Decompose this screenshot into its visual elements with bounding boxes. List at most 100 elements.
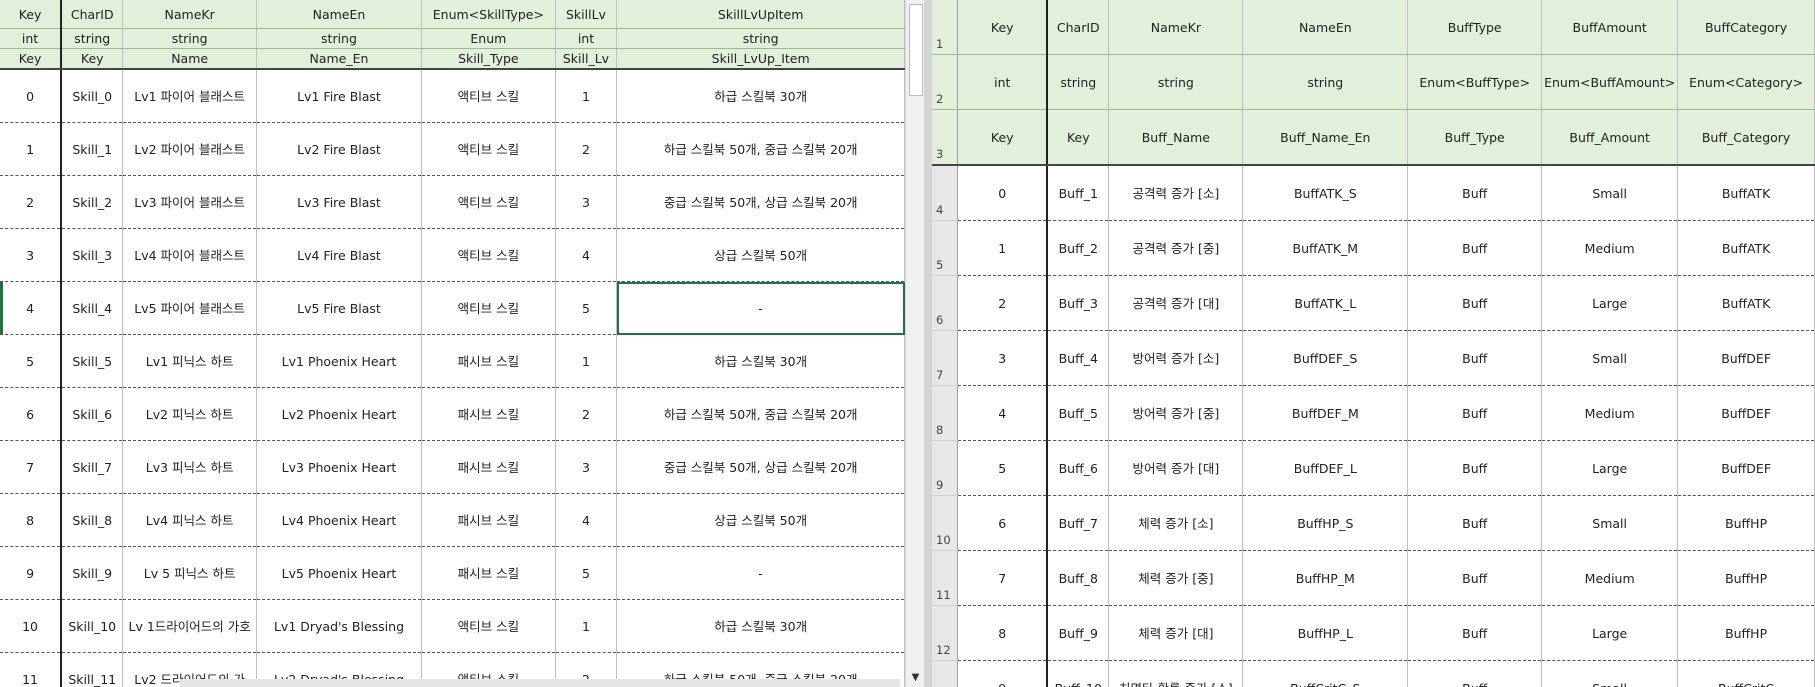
header-cell[interactable]: string bbox=[61, 28, 124, 49]
table-cell[interactable]: Skill_1 bbox=[61, 122, 124, 176]
row-number[interactable]: 6 bbox=[932, 275, 959, 331]
row-number[interactable]: 7 bbox=[932, 330, 959, 386]
header-cell[interactable]: Key bbox=[0, 48, 63, 70]
table-cell[interactable]: Large bbox=[1541, 275, 1679, 331]
header-cell[interactable]: Name_En bbox=[256, 48, 423, 70]
header-cell[interactable]: BuffAmount bbox=[1541, 0, 1679, 55]
header-cell[interactable]: string bbox=[1047, 54, 1110, 110]
table-cell[interactable]: Buff_1 bbox=[1047, 165, 1110, 221]
header-cell[interactable]: Enum<BuffType> bbox=[1407, 54, 1543, 110]
table-cell[interactable]: Lv 1드라이어드의 가호 bbox=[122, 599, 257, 653]
table-cell[interactable]: 하급 스킬북 50개, 중급 스킬북 20개 bbox=[616, 387, 905, 441]
table-cell[interactable]: Skill_4 bbox=[61, 281, 124, 335]
header-cell[interactable]: SkillLvUpItem bbox=[616, 0, 905, 29]
row-number[interactable]: 4 bbox=[932, 165, 959, 221]
buff-sheet-pane[interactable]: 1 Key CharID NameKr NameEn BuffType BuffAmount… bbox=[932, 0, 1815, 687]
header-cell[interactable]: Buff_Amount bbox=[1541, 109, 1679, 166]
table-cell[interactable]: 9 bbox=[0, 546, 63, 600]
table-cell[interactable]: 8 bbox=[957, 605, 1049, 661]
table-cell[interactable]: Buff bbox=[1407, 165, 1543, 221]
table-cell[interactable]: 1 bbox=[555, 69, 618, 123]
header-cell[interactable]: CharID bbox=[61, 0, 124, 29]
table-cell[interactable]: BuffHP_M bbox=[1242, 550, 1409, 606]
header-cell[interactable]: string bbox=[256, 28, 423, 49]
table-cell[interactable]: Small bbox=[1541, 330, 1679, 386]
table-cell[interactable]: Buff bbox=[1407, 605, 1543, 661]
table-cell[interactable]: Lv3 Phoenix Heart bbox=[256, 440, 423, 494]
table-cell[interactable]: BuffATK_L bbox=[1242, 275, 1409, 331]
skill-sheet-pane[interactable]: Key CharID NameKr NameEn Enum<SkillType> Skil… bbox=[0, 0, 905, 687]
table-cell[interactable]: BuffDEF bbox=[1677, 440, 1815, 496]
table-cell[interactable]: BuffATK_S bbox=[1242, 165, 1409, 221]
row-number[interactable]: 1 bbox=[932, 0, 959, 55]
header-cell[interactable]: Key bbox=[957, 0, 1049, 55]
table-cell[interactable]: 하급 스킬북 30개 bbox=[616, 599, 905, 653]
table-cell[interactable]: 하급 스킬북 30개 bbox=[616, 334, 905, 388]
table-cell[interactable]: 2 bbox=[0, 175, 63, 229]
table-cell[interactable]: BuffDEF_M bbox=[1242, 385, 1409, 441]
table-cell[interactable]: 4 bbox=[957, 385, 1049, 441]
table-cell[interactable]: Lv4 파이어 블래스트 bbox=[122, 228, 257, 282]
table-cell[interactable]: 11 bbox=[0, 652, 63, 687]
header-cell[interactable]: BuffType bbox=[1407, 0, 1543, 55]
table-cell[interactable]: 1 bbox=[0, 122, 63, 176]
table-cell[interactable]: Skill_7 bbox=[61, 440, 124, 494]
table-cell[interactable]: Skill_10 bbox=[61, 599, 124, 653]
table-cell[interactable]: Medium bbox=[1541, 550, 1679, 606]
table-cell[interactable]: BuffATK bbox=[1677, 220, 1815, 276]
header-cell[interactable]: NameEn bbox=[256, 0, 423, 29]
split-divider[interactable] bbox=[924, 0, 932, 687]
table-cell[interactable]: 공격력 증가 [소] bbox=[1108, 165, 1244, 221]
table-cell[interactable]: Buff_4 bbox=[1047, 330, 1110, 386]
table-cell[interactable]: Small bbox=[1541, 165, 1679, 221]
header-cell[interactable]: Enum<Category> bbox=[1677, 54, 1815, 110]
table-cell[interactable]: Buff_8 bbox=[1047, 550, 1110, 606]
table-cell[interactable]: Buff bbox=[1407, 495, 1543, 551]
table-cell[interactable]: BuffHP bbox=[1677, 495, 1815, 551]
table-cell[interactable]: 패시브 스킬 bbox=[421, 493, 556, 547]
table-cell[interactable]: Medium bbox=[1541, 385, 1679, 441]
table-cell[interactable]: Lv1 Phoenix Heart bbox=[256, 334, 423, 388]
row-number[interactable]: 10 bbox=[932, 495, 959, 551]
table-cell[interactable]: 6 bbox=[957, 495, 1049, 551]
table-cell[interactable]: Buff_10 bbox=[1047, 660, 1110, 687]
row-number[interactable]: 13 bbox=[932, 660, 959, 687]
table-cell[interactable]: Lv1 Dryad's Blessing bbox=[256, 599, 423, 653]
header-cell[interactable]: NameKr bbox=[122, 0, 257, 29]
table-cell[interactable]: Lv1 Fire Blast bbox=[256, 69, 423, 123]
table-cell[interactable]: 6 bbox=[0, 387, 63, 441]
table-cell[interactable]: Skill_3 bbox=[61, 228, 124, 282]
table-cell[interactable]: Skill_6 bbox=[61, 387, 124, 441]
table-cell[interactable]: 5 bbox=[0, 334, 63, 388]
table-cell[interactable]: Buff bbox=[1407, 660, 1543, 687]
table-cell[interactable]: Medium bbox=[1541, 220, 1679, 276]
table-cell[interactable]: - bbox=[616, 546, 905, 600]
table-cell[interactable]: 상급 스킬북 50개 bbox=[616, 228, 905, 282]
table-cell[interactable]: Lv5 Fire Blast bbox=[256, 281, 423, 335]
table-cell[interactable]: 중급 스킬북 50개, 상급 스킬북 20개 bbox=[616, 175, 905, 229]
table-cell[interactable]: 방어력 증가 [대] bbox=[1108, 440, 1244, 496]
table-cell[interactable]: 4 bbox=[555, 228, 618, 282]
table-cell[interactable]: 3 bbox=[555, 175, 618, 229]
header-cell[interactable]: string bbox=[1242, 54, 1409, 110]
scroll-thumb[interactable] bbox=[909, 4, 923, 96]
header-cell[interactable]: BuffCategory bbox=[1677, 0, 1815, 55]
header-cell[interactable]: int bbox=[555, 28, 618, 49]
table-cell[interactable]: 3 bbox=[555, 440, 618, 494]
header-cell[interactable]: Enum<BuffAmount> bbox=[1541, 54, 1679, 110]
table-cell[interactable]: 0 bbox=[0, 69, 63, 123]
table-cell[interactable]: 3 bbox=[0, 228, 63, 282]
header-cell[interactable]: NameEn bbox=[1242, 0, 1409, 55]
table-cell[interactable]: 액티브 스킬 bbox=[421, 599, 556, 653]
table-cell[interactable]: 패시브 스킬 bbox=[421, 334, 556, 388]
header-cell[interactable]: Key bbox=[957, 109, 1049, 166]
selected-cell[interactable]: - bbox=[616, 281, 905, 335]
table-cell[interactable]: Skill_2 bbox=[61, 175, 124, 229]
table-cell[interactable]: Large bbox=[1541, 440, 1679, 496]
table-cell[interactable]: BuffDEF bbox=[1677, 330, 1815, 386]
table-cell[interactable]: 하급 스킬북 50개, 중급 스킬북 20개 bbox=[616, 122, 905, 176]
table-cell[interactable]: 액티브 스킬 bbox=[421, 122, 556, 176]
header-cell[interactable]: string bbox=[1108, 54, 1244, 110]
header-cell[interactable]: Skill_Lv bbox=[555, 48, 618, 70]
table-cell[interactable]: 하급 스킬북 30개 bbox=[616, 69, 905, 123]
